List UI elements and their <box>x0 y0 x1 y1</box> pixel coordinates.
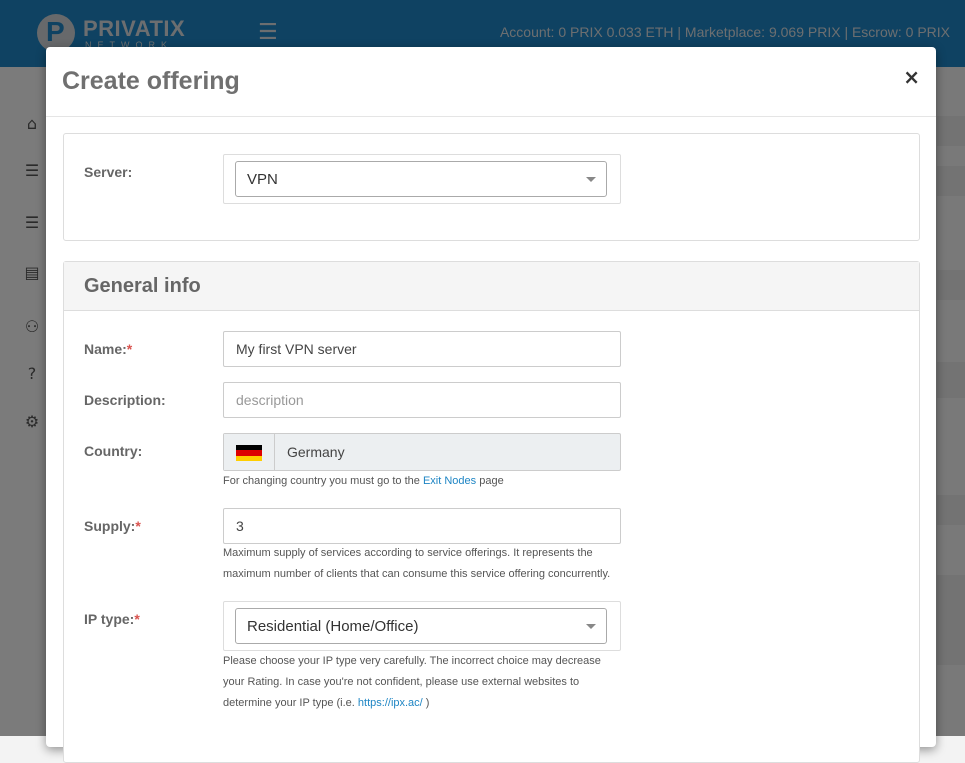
close-icon[interactable]: × <box>903 65 920 89</box>
chevron-down-icon <box>586 177 596 182</box>
name-input-value: My first VPN server <box>236 341 357 357</box>
supply-input-value: 3 <box>236 518 244 534</box>
create-offering-modal: Create offering × Server: VPN General in… <box>46 47 936 763</box>
name-input[interactable]: My first VPN server <box>223 331 621 367</box>
country-value: Germany <box>287 444 345 460</box>
description-input[interactable]: description <box>223 382 621 418</box>
description-placeholder: description <box>236 392 304 408</box>
modal-header: Create offering × <box>46 47 936 117</box>
ip-type-select-wrapper: Residential (Home/Office) <box>223 601 621 651</box>
name-label: Name:* <box>84 341 133 357</box>
country-field: Germany <box>223 433 621 471</box>
modal-title: Create offering <box>62 67 240 95</box>
country-label: Country: <box>84 443 143 459</box>
general-info-header: General info <box>64 262 919 311</box>
ip-type-select[interactable]: Residential (Home/Office) <box>235 608 607 644</box>
germany-flag-icon <box>236 445 262 462</box>
flag-addon <box>224 434 275 470</box>
country-help: For changing country you must go to the … <box>223 475 504 487</box>
ip-type-label: IP type:* <box>84 611 140 627</box>
supply-help: Maximum supply of services according to … <box>223 547 611 580</box>
ip-type-help: Please choose your IP type very carefull… <box>223 655 601 709</box>
exit-nodes-link[interactable]: Exit Nodes <box>423 475 476 487</box>
description-label: Description: <box>84 392 166 408</box>
server-select-value: VPN <box>247 171 278 188</box>
general-info-card: General info Name:* My first VPN server … <box>63 261 920 763</box>
supply-input[interactable]: 3 <box>223 508 621 544</box>
supply-label: Supply:* <box>84 518 141 534</box>
chevron-down-icon <box>586 624 596 629</box>
ipx-link[interactable]: https://ipx.ac/ <box>358 697 423 709</box>
general-info-title: General info <box>84 275 201 297</box>
ip-type-select-value: Residential (Home/Office) <box>247 618 419 635</box>
server-label: Server: <box>84 164 133 180</box>
server-card: Server: VPN <box>63 133 920 241</box>
server-select[interactable]: VPN <box>235 161 607 197</box>
server-select-wrapper: VPN <box>223 154 621 204</box>
